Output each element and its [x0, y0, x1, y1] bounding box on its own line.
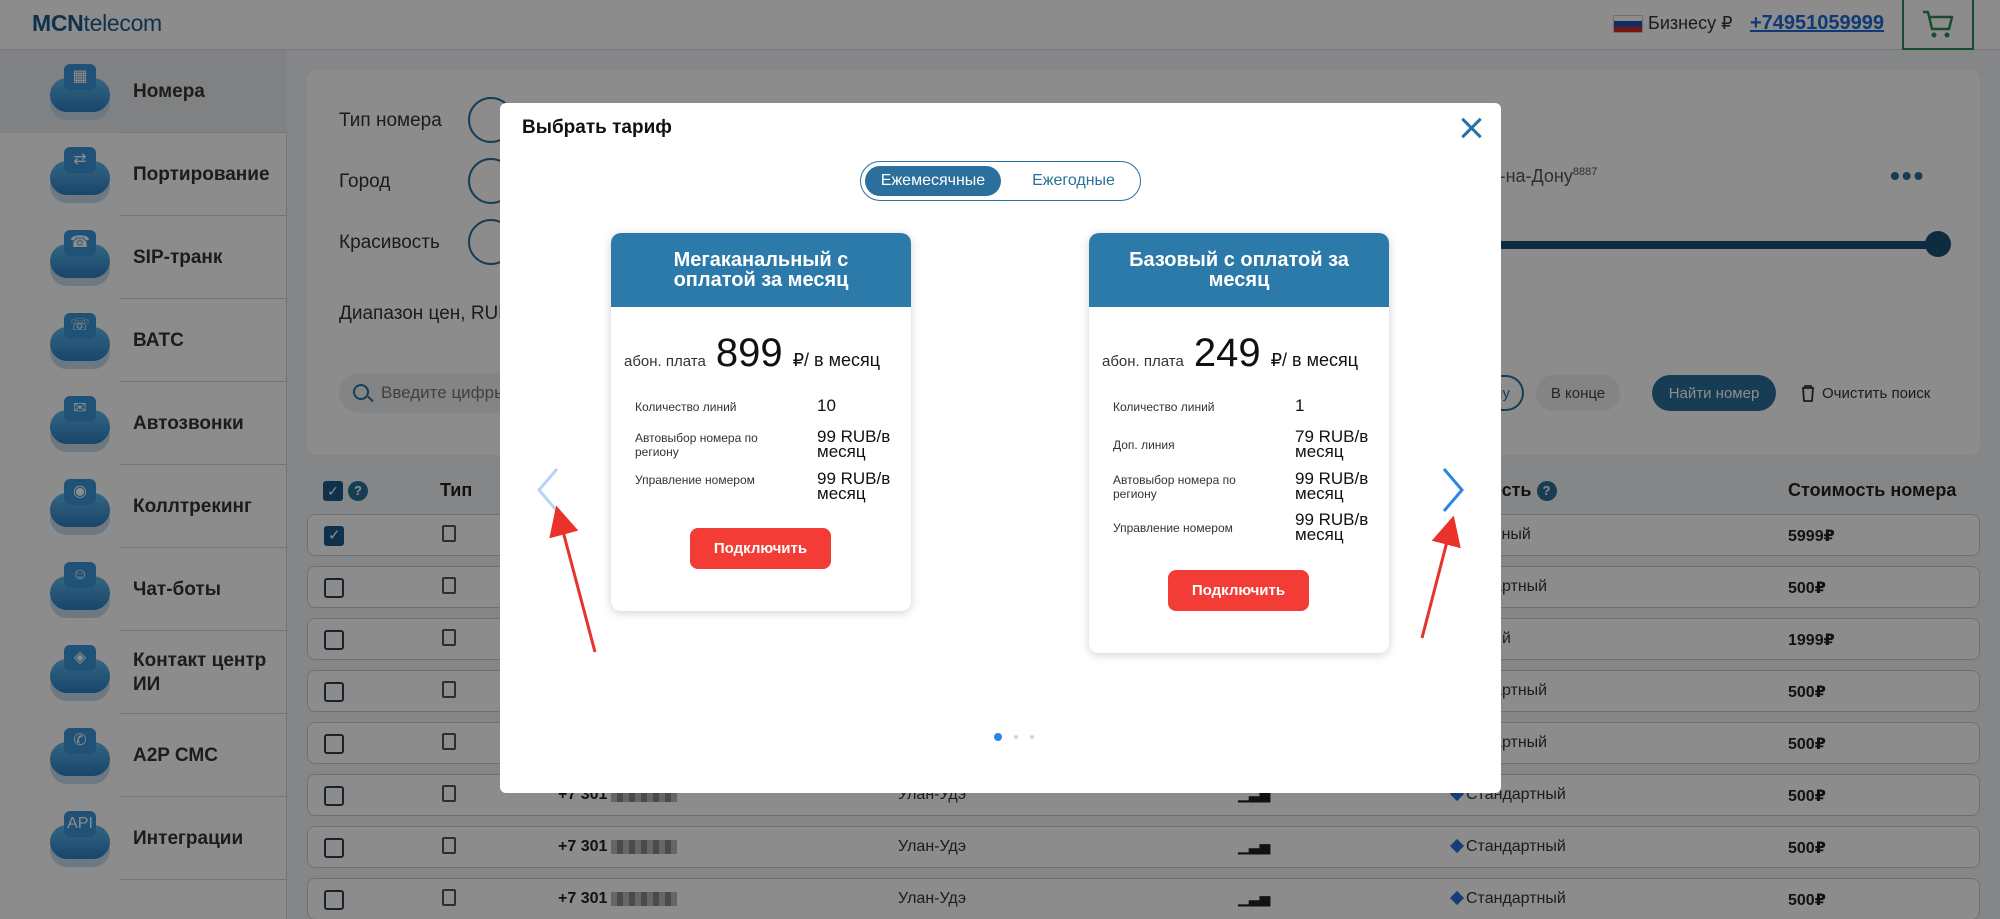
annotation-arrow-right — [1420, 515, 1461, 639]
annotation-arrows — [549, 505, 1461, 653]
annotation-arrow-left — [549, 505, 597, 653]
